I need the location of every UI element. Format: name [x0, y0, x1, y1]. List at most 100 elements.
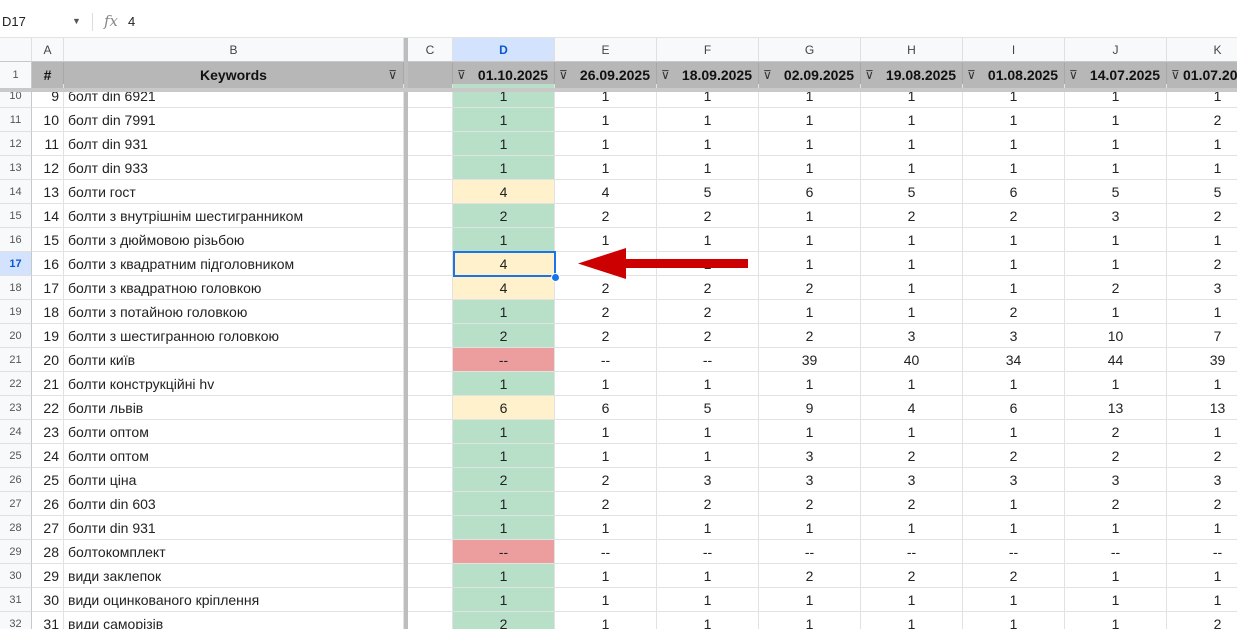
rank-cell[interactable]: 1	[1065, 564, 1167, 588]
keyword-cell[interactable]: види саморізів	[64, 612, 404, 629]
rank-cell[interactable]: 2	[657, 204, 759, 228]
rank-cell[interactable]: 1	[759, 156, 861, 180]
keyword-cell[interactable]: болти з квадратною головкою	[64, 276, 404, 300]
rank-cell[interactable]: 1	[555, 420, 657, 444]
empty-cell[interactable]	[408, 252, 453, 276]
rank-cell[interactable]: 1	[453, 372, 555, 396]
row-index[interactable]: 28	[32, 540, 64, 564]
rank-cell[interactable]: 1	[1065, 228, 1167, 252]
rank-cell[interactable]: 5	[1065, 180, 1167, 204]
rank-cell[interactable]: 1	[657, 372, 759, 396]
rank-cell[interactable]: 5	[1167, 180, 1237, 204]
keyword-cell[interactable]: види заклепок	[64, 564, 404, 588]
rank-cell[interactable]: 6	[555, 396, 657, 420]
rank-cell[interactable]: 1	[861, 588, 963, 612]
row-index[interactable]: 13	[32, 180, 64, 204]
rank-cell[interactable]: 3	[1065, 204, 1167, 228]
rank-cell[interactable]: 13	[1065, 396, 1167, 420]
rank-cell[interactable]: 2	[1065, 420, 1167, 444]
rank-cell[interactable]: 1	[759, 252, 861, 276]
rank-cell[interactable]: --	[963, 540, 1065, 564]
rank-cell[interactable]: 1	[1167, 420, 1237, 444]
rank-cell[interactable]: --	[555, 540, 657, 564]
rank-cell[interactable]: 3	[1065, 468, 1167, 492]
rank-cell[interactable]: 1	[555, 156, 657, 180]
rank-cell[interactable]: 2	[1167, 612, 1237, 629]
keyword-cell[interactable]: болти львів	[64, 396, 404, 420]
empty-cell[interactable]	[408, 180, 453, 204]
rank-cell[interactable]: 4	[453, 252, 555, 276]
rank-cell[interactable]: 1	[963, 276, 1065, 300]
rank-cell[interactable]: 9	[759, 396, 861, 420]
rank-cell[interactable]: 1	[1065, 300, 1167, 324]
row-index[interactable]: 26	[32, 492, 64, 516]
row-header[interactable]: 17	[0, 252, 32, 276]
row-index[interactable]: 20	[32, 348, 64, 372]
rank-cell[interactable]: 2	[657, 300, 759, 324]
rank-cell[interactable]: 2	[1167, 204, 1237, 228]
rank-cell[interactable]: 1	[861, 612, 963, 629]
empty-cell[interactable]	[408, 228, 453, 252]
row-index[interactable]: 23	[32, 420, 64, 444]
rank-cell[interactable]: 1	[657, 132, 759, 156]
rank-cell[interactable]: 1	[1065, 372, 1167, 396]
rank-cell[interactable]: 1	[861, 300, 963, 324]
row-index[interactable]: 21	[32, 372, 64, 396]
rank-cell[interactable]: 39	[759, 348, 861, 372]
row-header[interactable]: 11	[0, 108, 32, 132]
rank-cell[interactable]: 2	[963, 300, 1065, 324]
keyword-cell[interactable]: болти оптом	[64, 444, 404, 468]
empty-cell[interactable]	[408, 492, 453, 516]
rank-cell[interactable]: 1	[861, 132, 963, 156]
rank-cell[interactable]: 1	[759, 372, 861, 396]
rank-cell[interactable]: 1	[1167, 132, 1237, 156]
empty-cell[interactable]	[408, 468, 453, 492]
rank-cell[interactable]: 1	[861, 228, 963, 252]
rank-cell[interactable]: 1	[555, 132, 657, 156]
rank-cell[interactable]: 1	[453, 492, 555, 516]
rank-cell[interactable]: 1	[453, 156, 555, 180]
rank-cell[interactable]: --	[759, 540, 861, 564]
rank-cell[interactable]: 1	[1065, 612, 1167, 629]
rank-cell[interactable]: 6	[453, 396, 555, 420]
keyword-cell[interactable]: болти гост	[64, 180, 404, 204]
keyword-cell[interactable]: болти київ	[64, 348, 404, 372]
formula-input[interactable]: 4	[128, 14, 135, 29]
rank-cell[interactable]: --	[1167, 540, 1237, 564]
row-header[interactable]: 19	[0, 300, 32, 324]
rank-cell[interactable]: 1	[1167, 564, 1237, 588]
rank-cell[interactable]: 4	[555, 180, 657, 204]
rank-cell[interactable]: --	[555, 348, 657, 372]
rank-cell[interactable]: 4	[861, 396, 963, 420]
rank-cell[interactable]: 5	[657, 180, 759, 204]
row-header[interactable]: 16	[0, 228, 32, 252]
keyword-cell[interactable]: болт din 7991	[64, 108, 404, 132]
empty-cell[interactable]	[408, 420, 453, 444]
rank-cell[interactable]: 2	[963, 564, 1065, 588]
rank-cell[interactable]: 1	[1065, 588, 1167, 612]
rank-cell[interactable]: 1	[1065, 108, 1167, 132]
empty-cell[interactable]	[408, 132, 453, 156]
row-header[interactable]: 14	[0, 180, 32, 204]
rank-cell[interactable]: --	[861, 540, 963, 564]
row-index[interactable]: 31	[32, 612, 64, 629]
row-header[interactable]: 27	[0, 492, 32, 516]
rank-cell[interactable]: 2	[555, 468, 657, 492]
empty-cell[interactable]	[408, 564, 453, 588]
rank-cell[interactable]: 1	[555, 612, 657, 629]
row-header[interactable]: 30	[0, 564, 32, 588]
column-header-a[interactable]: A	[32, 38, 64, 62]
keyword-cell[interactable]: болти оптом	[64, 420, 404, 444]
rank-cell[interactable]: 2	[1167, 252, 1237, 276]
rank-cell[interactable]: 3	[1167, 468, 1237, 492]
rank-cell[interactable]: 44	[1065, 348, 1167, 372]
rank-cell[interactable]: 1	[657, 108, 759, 132]
rank-cell[interactable]: 2	[759, 276, 861, 300]
rank-cell[interactable]: 2	[1065, 444, 1167, 468]
rank-cell[interactable]: 4	[453, 276, 555, 300]
column-header-f[interactable]: F	[657, 38, 759, 62]
spreadsheet-grid[interactable]: A B C D E F G H I J K 1 # Keywords ⊽ ⊽ 01.10.2025 ⊽ 26.09.…	[0, 38, 1237, 629]
rank-cell[interactable]: 2	[555, 324, 657, 348]
rank-cell[interactable]: 1	[1065, 156, 1167, 180]
row-index[interactable]: 24	[32, 444, 64, 468]
